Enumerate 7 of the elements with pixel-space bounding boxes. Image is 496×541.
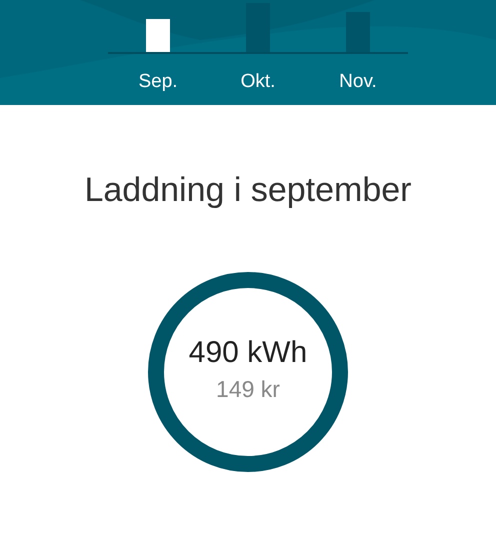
energy-amount: 490 kWh (188, 336, 308, 370)
month-label[interactable]: Sep. (138, 71, 178, 93)
month-label[interactable]: Okt. (240, 71, 276, 93)
cost-amount: 149 kr (216, 376, 280, 402)
page-title: Laddning i september (83, 171, 412, 210)
month-label[interactable]: Nov. (339, 71, 377, 93)
month-bar[interactable] (146, 19, 170, 53)
